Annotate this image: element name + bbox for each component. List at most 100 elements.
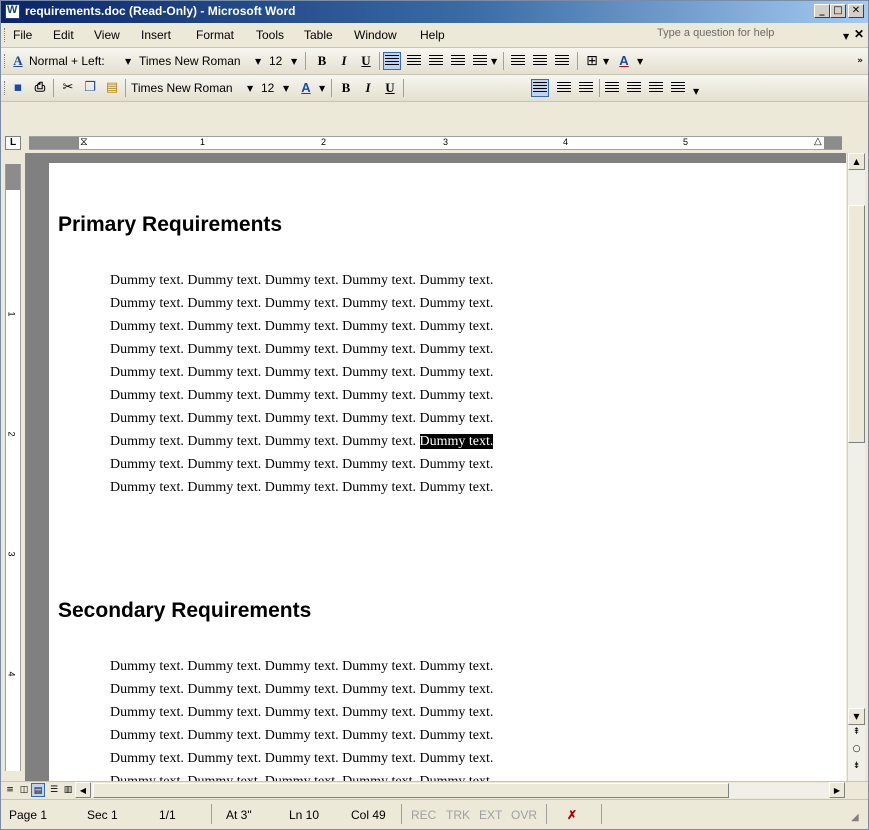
scroll-up-button[interactable]: ▲ <box>848 153 865 170</box>
paste-icon[interactable]: ▤ <box>103 79 121 97</box>
bullets-icon-2[interactable] <box>627 82 641 94</box>
print-icon[interactable]: ⎙ <box>31 79 49 97</box>
menu-edit[interactable]: Edit <box>53 28 74 42</box>
align-center-icon-2[interactable] <box>557 82 571 94</box>
font-box[interactable]: Times New Roman <box>139 54 241 68</box>
right-indent-marker-icon[interactable]: △ <box>814 136 822 147</box>
menu-insert[interactable]: Insert <box>141 28 171 42</box>
increase-indent-icon[interactable] <box>671 82 685 94</box>
decrease-indent-icon[interactable] <box>555 55 569 67</box>
line-spacing-icon[interactable] <box>473 55 487 67</box>
numbering-icon-2[interactable] <box>605 82 619 94</box>
minimize-button[interactable]: _ <box>814 4 830 18</box>
word-app-icon[interactable] <box>5 4 20 19</box>
style-dropdown-icon[interactable]: ▼ <box>125 57 131 66</box>
close-document-icon[interactable]: ✕ <box>854 27 864 41</box>
toolbar-options-icon[interactable]: » <box>851 52 868 70</box>
print-layout-view-icon[interactable]: ▤ <box>31 783 45 797</box>
font-size-box-2[interactable]: 12 <box>261 81 274 95</box>
tab-selector[interactable]: L <box>5 136 21 150</box>
help-dropdown-icon[interactable]: ▼ <box>843 32 849 41</box>
selected-text[interactable]: Dummy text. <box>419 434 494 449</box>
reading-layout-view-icon[interactable]: ▥ <box>61 783 75 797</box>
maximize-button[interactable]: □ <box>830 4 846 18</box>
italic-icon-2[interactable]: I <box>359 79 377 97</box>
font-box-2[interactable]: Times New Roman <box>131 81 233 95</box>
title-bar[interactable]: requirements.doc (Read-Only) - Microsoft… <box>1 1 868 23</box>
close-button[interactable]: ✕ <box>848 4 864 18</box>
align-center-icon[interactable] <box>407 55 421 67</box>
copy-icon[interactable]: ❐ <box>81 79 99 97</box>
cut-icon[interactable]: ✂ <box>59 79 77 97</box>
paragraph-primary[interactable]: Dummy text. Dummy text. Dummy text. Dumm… <box>110 269 710 499</box>
help-question-input[interactable]: Type a question for help <box>657 27 817 43</box>
toolbar-options-icon-2[interactable]: ▼ <box>693 87 699 96</box>
align-right-icon-2[interactable] <box>579 82 593 94</box>
bullets-icon[interactable] <box>533 55 547 67</box>
font-dropdown-icon[interactable]: ▼ <box>255 57 261 66</box>
normal-view-icon[interactable]: ≡ <box>3 783 17 797</box>
italic-icon[interactable]: I <box>335 52 353 70</box>
menu-view[interactable]: View <box>94 28 120 42</box>
web-layout-view-icon[interactable]: ◫ <box>17 783 31 797</box>
spelling-grammar-status-icon[interactable]: ✗ <box>567 808 577 822</box>
scroll-right-button[interactable]: ▶ <box>829 782 845 798</box>
underline-icon-2[interactable]: U <box>381 79 399 97</box>
menu-help[interactable]: Help <box>420 28 445 42</box>
font-dropdown-icon-2[interactable]: ▼ <box>247 84 253 93</box>
toolbar-separator <box>305 52 306 70</box>
menu-window[interactable]: Window <box>354 28 397 42</box>
font-color-dropdown-icon-2[interactable]: ▼ <box>319 84 325 93</box>
document-page[interactable]: Primary Requirements Dummy text. Dummy t… <box>49 163 846 781</box>
decrease-indent-icon-2[interactable] <box>649 82 663 94</box>
select-browse-object-icon[interactable]: ○ <box>848 742 865 759</box>
status-column: Col 49 <box>351 808 386 822</box>
status-ovr[interactable]: OVR <box>511 808 537 822</box>
menubar-grip[interactable] <box>4 28 8 42</box>
status-rec[interactable]: REC <box>411 808 436 822</box>
resize-grip-icon[interactable]: ◢ <box>851 812 859 823</box>
text-line: Dummy text. Dummy text. Dummy text. Dumm… <box>110 319 494 334</box>
outline-view-icon[interactable]: ☰ <box>47 783 61 797</box>
align-left-icon-2[interactable] <box>531 79 549 97</box>
toolbar-grip[interactable] <box>4 81 8 95</box>
justify-icon[interactable] <box>451 55 465 67</box>
horizontal-ruler[interactable]: ⧖ △ 1 2 3 4 5 <box>29 135 842 150</box>
border-dropdown-icon[interactable]: ▼ <box>603 57 609 66</box>
bold-icon-2[interactable]: B <box>337 79 355 97</box>
menu-tools[interactable]: Tools <box>256 28 284 42</box>
toolbar-grip[interactable] <box>4 54 8 68</box>
font-color-dropdown-icon[interactable]: ▼ <box>637 57 643 66</box>
indent-marker-icon[interactable]: ⧖ <box>80 135 88 149</box>
font-size-dropdown-icon-2[interactable]: ▼ <box>283 84 289 93</box>
underline-icon[interactable]: U <box>357 52 375 70</box>
menu-file[interactable]: File <box>13 28 32 42</box>
font-size-box[interactable]: 12 <box>269 54 282 68</box>
save-icon[interactable]: ▪ <box>9 79 27 97</box>
style-box[interactable]: Normal + Left: <box>29 54 105 68</box>
numbering-icon[interactable] <box>511 55 525 67</box>
menu-format[interactable]: Format <box>196 28 234 42</box>
next-page-icon[interactable]: ⇟ <box>848 759 865 776</box>
line-spacing-dropdown-icon[interactable]: ▼ <box>491 57 497 66</box>
vertical-scroll-thumb[interactable] <box>848 205 865 443</box>
styles-and-formatting-icon[interactable]: A <box>9 52 27 70</box>
horizontal-scroll-thumb[interactable] <box>93 783 729 798</box>
bold-icon[interactable]: B <box>313 52 331 70</box>
vertical-ruler[interactable]: 1 2 3 4 <box>5 164 21 771</box>
document-area[interactable]: Primary Requirements Dummy text. Dummy t… <box>25 153 846 781</box>
border-icon[interactable]: ⊞ <box>583 52 601 70</box>
align-right-icon[interactable] <box>429 55 443 67</box>
menu-table[interactable]: Table <box>304 28 333 42</box>
font-size-dropdown-icon[interactable]: ▼ <box>291 57 297 66</box>
vertical-scrollbar[interactable]: ▲ ▼ ⇞ ○ ⇟ <box>847 153 865 781</box>
font-color-icon[interactable]: A <box>615 52 633 70</box>
align-left-icon[interactable] <box>383 52 401 70</box>
scroll-left-button[interactable]: ◀ <box>75 782 91 798</box>
font-color-icon-2[interactable]: A <box>297 79 315 97</box>
scroll-down-button[interactable]: ▼ <box>848 708 865 725</box>
status-ext[interactable]: EXT <box>479 808 502 822</box>
status-trk[interactable]: TRK <box>446 808 470 822</box>
paragraph-secondary[interactable]: Dummy text. Dummy text. Dummy text. Dumm… <box>110 655 710 781</box>
previous-page-icon[interactable]: ⇞ <box>848 725 865 742</box>
